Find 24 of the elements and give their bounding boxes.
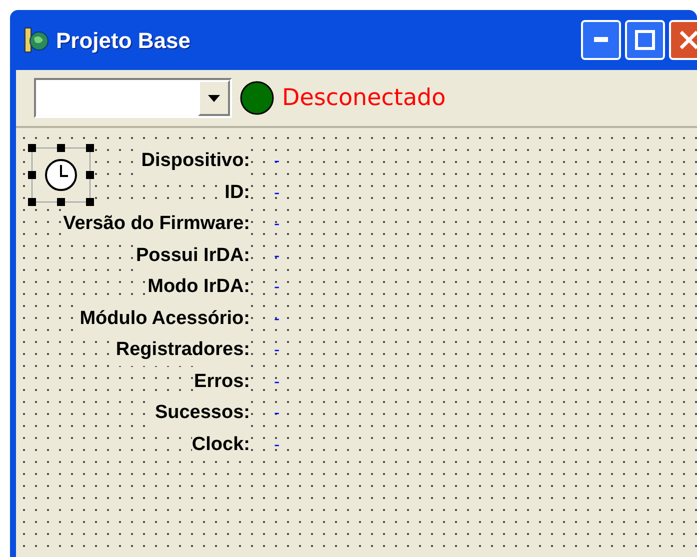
status-indicator: [240, 81, 274, 115]
field-label: Módulo Acessório:: [80, 302, 250, 334]
field-value: -: [273, 370, 280, 392]
field-value: -: [273, 402, 280, 424]
timer-component-icon[interactable]: [28, 144, 94, 206]
port-dropdown[interactable]: [34, 78, 232, 118]
minimize-button[interactable]: [581, 20, 621, 60]
field-value: -: [273, 308, 280, 330]
caret-icon: [208, 94, 220, 102]
close-button[interactable]: [669, 20, 697, 60]
field-value: -: [273, 182, 280, 204]
maximize-button[interactable]: [625, 20, 665, 60]
field-value: -: [273, 276, 280, 298]
minimize-icon: [594, 37, 608, 43]
field-value: -: [273, 244, 280, 266]
field-value: -: [273, 213, 280, 235]
connection-status: Desconectado: [282, 84, 446, 113]
close-icon: [679, 30, 697, 50]
window-title: Projeto Base: [56, 26, 190, 55]
maximize-icon: [635, 30, 655, 50]
field-value: -: [273, 150, 280, 172]
field-value: -: [273, 339, 280, 361]
field-value: -: [273, 434, 280, 456]
app-icon: [22, 26, 50, 54]
